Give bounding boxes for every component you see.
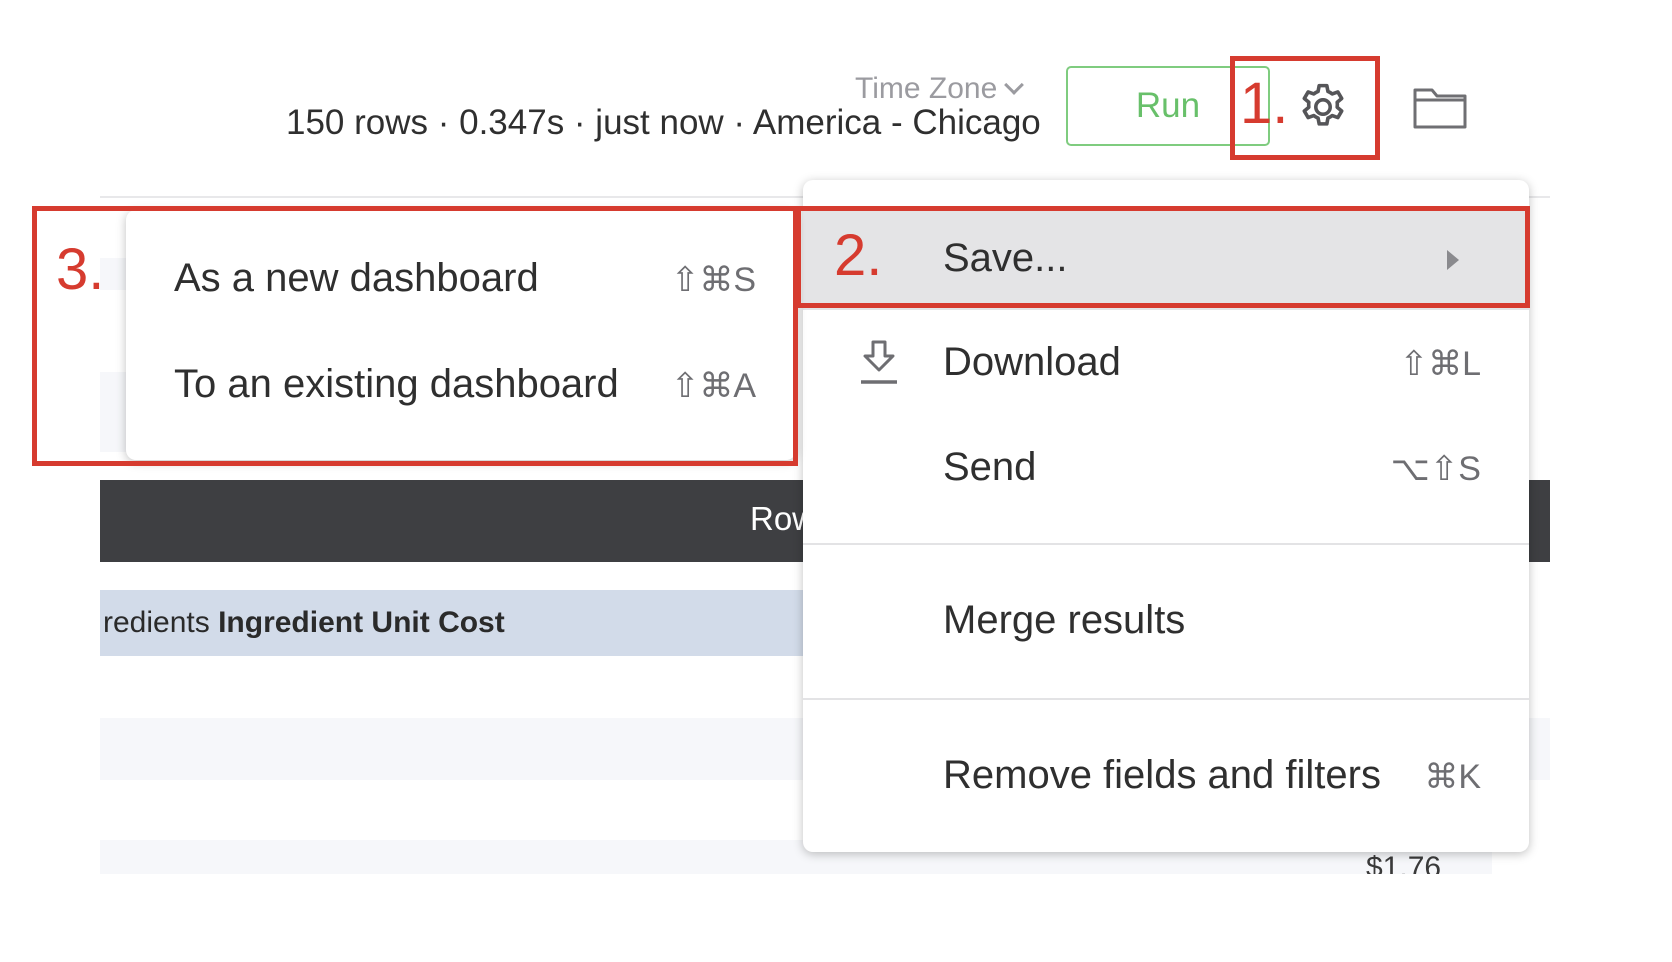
menu-item-label: Remove fields and filters (943, 753, 1381, 797)
annotation-label-step-3: 3. (56, 237, 105, 302)
annotation-box-step-2 (796, 206, 1530, 308)
menu-item-label: Download (943, 340, 1121, 384)
annotation-box-step-3 (32, 206, 798, 466)
menu-divider (803, 543, 1529, 545)
menu-item-remove-fields-and-filters[interactable]: Remove fields and filters ⌘K (803, 735, 1529, 835)
query-status: 150 rows · 0.347s · just now · America -… (286, 103, 1041, 142)
column-header-partial: redients (103, 606, 210, 639)
shortcut-label: ⇧⌘L (1399, 345, 1481, 383)
column-header[interactable]: redients Ingredient Unit Cost (103, 606, 505, 640)
chevron-down-icon (1004, 75, 1025, 95)
download-icon (861, 340, 897, 384)
shortcut-label: ⌥⇧S (1390, 450, 1481, 488)
menu-item-label: Merge results (943, 598, 1186, 642)
annotation-label-step-2: 2. (834, 223, 883, 288)
menu-item-download[interactable]: Download ⇧⌘L (803, 320, 1529, 420)
time-zone-label: Time Zone (855, 72, 998, 105)
menu-item-send[interactable]: Send ⌥⇧S (803, 425, 1529, 525)
row-column-label: Row (750, 500, 810, 537)
menu-item-label: Send (943, 445, 1037, 489)
menu-divider (803, 698, 1529, 700)
column-header-ingredient-unit-cost: Ingredient Unit Cost (218, 606, 505, 639)
table-cell: $1.76 (1366, 851, 1442, 874)
shortcut-label: ⌘K (1424, 758, 1481, 796)
time-zone-dropdown[interactable]: Time Zone (855, 72, 1025, 106)
annotation-label-step-1: 1. (1240, 71, 1289, 136)
menu-item-merge-results[interactable]: Merge results (803, 580, 1529, 680)
folder-icon[interactable] (1412, 86, 1468, 130)
